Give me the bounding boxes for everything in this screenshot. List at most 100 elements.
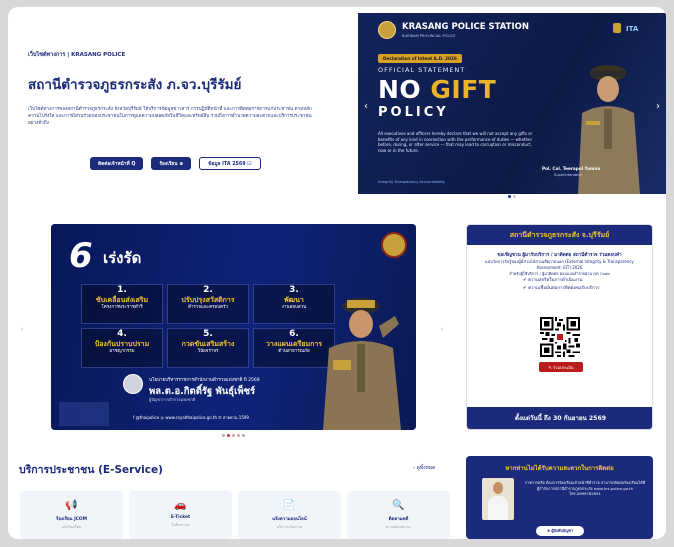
complaint-card-text: ราชการหรือ ต้องการร้องเรียนเจ้าหน้าที่ตำ… [524,480,646,497]
card-line-2: แบบวัดการรับรู้ของผู้มีส่วนได้ส่วนเสียภา… [485,259,634,270]
superintendent-uniform [488,496,508,520]
eservice-tile-jcom[interactable]: 📢 ร้องเรียน JCOM แจ้งร้องเรียน [20,491,123,539]
hero-ita-logo: ITA [626,25,639,33]
tile-label: แจ้งความออนไลน์ [272,517,307,522]
tile-sub: ใบสั่งจราจร [171,523,190,527]
hero-gift: GIFT [430,75,497,104]
carousel-next-arrow-icon[interactable]: › [440,325,444,335]
hero-body-text: All executives and officers hereby decla… [378,131,533,153]
policy-item-5: 5. กวดขันเสริมสร้าง วินัยจราจร [167,328,249,368]
check-icon: ✔ [523,278,527,283]
policy-item-sub: วินัยจราจร [197,349,219,354]
policy-item-title: ปรับปรุงสวัสดิการ [181,296,235,304]
breadcrumb[interactable]: เว็บไซต์ทางการ | KRASANG POLICE [28,51,125,59]
hero-policy-heading: POLICY [378,105,449,120]
carousel-dot-3[interactable] [232,434,235,437]
carousel-dot-5[interactable] [242,434,245,437]
tile-sub: บริการแจ้งความ [276,525,303,529]
carousel-dot-2[interactable] [227,434,230,437]
tile-sub: ตรวจสอบสถานะ [385,525,412,529]
page-title: สถานีตำรวจภูธรกระสัง ภ.จว.บุรีรัมย์ [28,77,242,93]
hero-no: NO [378,75,431,104]
eservice-see-all-link[interactable]: › ดูทั้งหมด [413,464,435,472]
ita-badge-icon [613,23,621,33]
qr-code[interactable] [540,317,580,357]
policy-item-number: 2. [203,285,213,295]
card-check-1-text: ความสุจริตในการดำเนินงาน [528,278,583,283]
screenshot-frame: เว็บไซต์ทางการ | KRASANG POLICE สถานีตำร… [0,0,674,547]
policy-item-title: กวดขันเสริมสร้าง [181,340,235,348]
hero-signer-role: Superintendent [554,173,582,177]
commander-contact-button[interactable]: ⊕ ผู้บังคับบัญชา [536,526,584,536]
hero-prev-arrow-icon[interactable]: ‹ [364,101,368,112]
policy-item-2: 2. ปรับปรุงสวัสดิการ ตำรวจและครอบครัว [167,284,249,324]
card-line-1: ขอเชิญชวน ผู้มารับบริการ / มาติดต่อ สถาน… [497,253,622,258]
contact-button[interactable]: ติดต่อเจ้าหน้าที่ Q [90,157,144,170]
carousel-prev-arrow-icon[interactable]: ‹ [20,325,24,335]
policy-item-4: 4. ป้องกันปราบปราม อาชญากรรม [81,328,163,368]
car-icon: 🚗 [174,500,187,511]
ita-survey-card: สถานีตำรวจภูธรกระสัง จ.บุรีรัมย์ ขอเชิญช… [466,224,653,430]
policy-item-number: 4. [117,329,127,339]
megaphone-icon: 📢 [65,500,78,511]
commander-position: ผู้บัญชาการตำรวจแห่งชาติ [149,397,196,402]
hero-declaration-badge: Declaration of Intent A.D. 2026 [378,54,462,63]
card-check-2: ✔ ความเชื่อมั่นต่อการติดต่อขอรับบริการ [523,285,652,293]
policy-item-number: 5. [203,329,213,339]
page: เว็บไซต์ทางการ | KRASANG POLICE สถานีตำร… [8,7,666,539]
policy-item-sub: โครงการพระราชดำริ [101,305,143,310]
policy-item-title: ป้องกันปราบปราม [94,340,150,348]
policy-title: เร่งรัด [103,249,142,267]
search-icon: 🔍 [392,500,405,511]
hero-no-gift-heading: NO GIFT [378,75,496,104]
evaluate-button[interactable]: ✎ ร่วมประเมิน [539,362,583,372]
policy-item-1: 1. ขับเคลื่อนส่งเสริม โครงการพระราชดำริ [81,284,163,324]
tile-sub: แจ้งร้องเรียน [61,525,82,529]
card-footer: ตั้งแต่วันนี้ ถึง 30 กันยายน 2569 [467,407,652,429]
hero-signer-name: Pol. Col. Teerapol Yomna [542,166,601,171]
superintendent-face [493,482,503,494]
hero-next-arrow-icon[interactable]: › [656,101,660,112]
building-graphic [59,402,109,426]
complaint-button[interactable]: ร้องเรียน ⊕ [151,157,192,170]
policy-item-number: 1. [117,285,127,295]
policy-item-sub: อาชญากรรม [109,349,135,354]
tile-label: ร้องเรียน JCOM [55,517,88,522]
check-icon: ✔ [523,286,527,291]
hero-tags: Integrity Transparency Accountability [378,180,446,184]
hero-dot-1[interactable] [508,195,511,198]
carousel-dot-1[interactable] [222,434,225,437]
policy-item-title: ขับเคลื่อนส่งเสริม [95,296,149,304]
eservice-tile-report[interactable]: 📄 แจ้งความออนไลน์ บริการแจ้งความ [238,491,341,539]
card-header: สถานีตำรวจภูธรกระสัง จ.บุรีรัมย์ [467,225,652,245]
policy-banner[interactable]: 6 เร่งรัด 1. ขับเคลื่อนส่งเสริม โครงการพ… [51,224,416,430]
police-crest-icon [381,232,407,258]
tile-label: E-Ticket [170,515,191,520]
eservice-tile-track[interactable]: 🔍 ติดตามคดี ตรวจสอบสถานะ [347,491,450,539]
eservice-tile-eticket[interactable]: 🚗 E-Ticket ใบสั่งจราจร [129,491,232,539]
policy-socials: f @thaipolice ◎ www.royalthaipolice.go.t… [133,415,249,420]
action-buttons: ติดต่อเจ้าหน้าที่ Q ร้องเรียน ⊕ ข้อมูล I… [90,157,261,170]
ita-button[interactable]: ข้อมูล ITA 2569 ☑ [199,157,261,170]
card-check-1: ✔ ความสุจริตในการดำเนินงาน [523,277,652,285]
hero-banner[interactable]: KRASANG POLICE STATION BURIRAM PROVINCIA… [358,13,666,194]
card-check-2-text: ความเชื่อมั่นต่อการติดต่อขอรับบริการ [528,286,600,291]
document-icon: 📄 [283,500,296,511]
complaint-card-title: หากท่านไม่ได้รับความสะดวกในการติดต่อ [505,465,614,472]
policy-six: 6 [69,236,93,276]
hero-station-sub: BURIRAM PROVINCIAL POLICE [402,34,456,38]
medal-icon [123,374,143,394]
carousel-dot-4[interactable] [237,434,240,437]
tile-label: ติดตามคดี [388,517,409,522]
complaint-card: หากท่านไม่ได้รับความสะดวกในการติดต่อ ราช… [466,456,653,539]
hero-station-name: KRASANG POLICE STATION [402,22,529,32]
commander-label: นโยบายบริหารราชการสำนักงานตำรวจแห่งชาติ … [149,378,260,383]
eservice-heading: บริการประชาชน (E-Service) [19,464,163,476]
hero-pagination [508,195,516,198]
hero-official-statement: OFFICIAL STATEMENT [378,66,466,74]
general-photo [323,298,401,430]
carousel-pagination [222,434,245,437]
police-logo-icon [378,21,396,39]
hero-dot-2[interactable] [513,195,516,198]
policy-item-sub: ตำรวจและครอบครัว [187,305,229,310]
